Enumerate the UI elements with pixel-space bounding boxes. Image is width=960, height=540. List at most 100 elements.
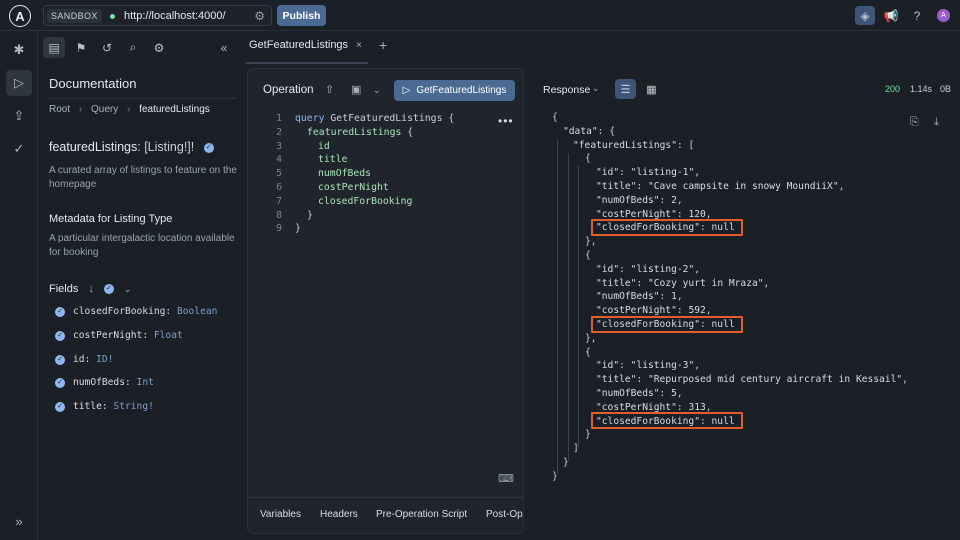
announcement-icon[interactable]: 📢 <box>881 6 901 25</box>
field-row-name: title <box>73 401 102 412</box>
chevron-down-icon[interactable]: ⌄ <box>373 85 381 96</box>
response-panel: Response ⌄ ☰ ▦ 200 1.14s 0B ⎘ ⤓ { "data"… <box>530 68 960 534</box>
settings-icon[interactable]: ⚙ <box>148 37 170 58</box>
select-all-icon[interactable]: ✓ <box>103 284 114 294</box>
keyboard-shortcuts-icon[interactable]: ⌨ <box>498 472 514 485</box>
field-row-type[interactable]: Int <box>137 377 154 388</box>
code-line: 5 numOfBeds <box>276 168 372 180</box>
status-code: 200 <box>885 84 901 94</box>
breadcrumb: Root › Query › featuredListings <box>49 104 210 115</box>
response-title[interactable]: Response <box>543 84 590 96</box>
chevron-down-icon[interactable]: ⌄ <box>124 284 132 295</box>
fields-header: Fields ↓ ✓ ⌄ <box>49 283 131 295</box>
field-checked-icon[interactable]: ✓ <box>55 401 65 412</box>
field-row-name: closedForBooking <box>73 306 166 317</box>
operation-tabs: GetFeaturedListings × + <box>246 31 960 65</box>
tab-getfeaturedlistings[interactable]: GetFeaturedListings <box>249 39 348 51</box>
avatar[interactable]: A <box>937 9 950 22</box>
field-row-type[interactable]: ID! <box>96 354 113 365</box>
run-operation-label: GetFeaturedListings <box>416 85 507 96</box>
publish-button[interactable]: Publish <box>277 5 326 26</box>
upload-icon[interactable]: ⇪ <box>6 103 32 129</box>
code-line: 1 query GetFeaturedListings { <box>276 113 455 124</box>
docs-toolbar: ▤ ⚑ ↺ ⌕ ⚙ « <box>43 37 243 59</box>
help-icon[interactable]: ? <box>907 6 927 25</box>
operation-panel: Operation ⇧ ▣ ⌄ ▷ GetFeaturedListings ••… <box>247 68 524 534</box>
sort-arrow-icon[interactable]: ↓ <box>88 283 94 295</box>
close-icon[interactable]: × <box>356 40 362 51</box>
fields-label: Fields <box>49 283 79 295</box>
play-icon: ▷ <box>402 85 411 96</box>
field-row-name: id <box>73 354 85 365</box>
endpoint-url-box[interactable]: SANDBOX http://localhost:4000/ ⚙ <box>43 5 272 26</box>
json-view-icon[interactable]: ☰ <box>615 79 636 99</box>
tab-variables[interactable]: Variables <box>260 509 301 520</box>
code-line: 2 featuredListings { <box>276 126 414 138</box>
breadcrumb-query[interactable]: Query <box>91 104 118 115</box>
code-line: 3 id <box>276 140 330 152</box>
field-row-name: numOfBeds <box>73 377 125 388</box>
code-line: 4 title <box>276 154 348 166</box>
code-line: 7 closedForBooking <box>276 195 413 207</box>
top-bar: A SANDBOX http://localhost:4000/ ⚙ Publi… <box>0 0 960 31</box>
table-view-icon[interactable]: ▦ <box>641 79 662 99</box>
divider <box>49 98 236 99</box>
field-row-title[interactable]: ✓ title: String! <box>55 401 154 412</box>
docs-tab-icon[interactable]: ▤ <box>43 37 65 58</box>
save-icon[interactable]: ▣ <box>351 83 361 96</box>
field-row-type[interactable]: String! <box>113 401 153 412</box>
field-checked-icon[interactable]: ✓ <box>203 142 214 153</box>
more-options-icon[interactable]: ••• <box>498 114 514 128</box>
breadcrumb-root[interactable]: Root <box>49 104 70 115</box>
connection-settings-icon[interactable]: ⚙ <box>254 9 265 23</box>
metadata-title: Metadata for Listing Type <box>49 213 173 225</box>
schema-icon[interactable]: ✱ <box>6 37 32 63</box>
connection-status-icon <box>110 14 115 19</box>
download-icon[interactable]: ⤓ <box>934 116 939 129</box>
highlight-box <box>591 219 743 236</box>
highlight-box <box>591 412 743 429</box>
history-icon[interactable]: ↺ <box>96 37 118 58</box>
metadata-description: A particular intergalactic location avai… <box>49 233 235 258</box>
tab-pre-operation-script[interactable]: Pre-Operation Script <box>376 509 467 520</box>
field-title: featuredListings: [Listing!]! ✓ <box>49 140 214 154</box>
breadcrumb-current: featuredListings <box>139 104 210 115</box>
response-time: 1.14s <box>910 84 933 94</box>
copy-icon[interactable]: ⎘ <box>910 116 919 129</box>
add-tab-icon[interactable]: + <box>379 37 387 53</box>
left-nav-rail: ✱ ▷ ⇪ ✓ » <box>0 31 38 540</box>
field-type[interactable]: : [Listing!]! <box>137 140 194 154</box>
field-row-id[interactable]: ✓ id: ID! <box>55 354 113 365</box>
field-row-type[interactable]: Boolean <box>177 306 217 317</box>
field-checked-icon[interactable]: ✓ <box>55 330 65 341</box>
field-checked-icon[interactable]: ✓ <box>55 377 65 388</box>
sandbox-badge: SANDBOX <box>47 9 102 23</box>
layers-icon[interactable]: ◈ <box>855 6 875 25</box>
run-operation-button[interactable]: ▷ GetFeaturedListings <box>394 80 515 101</box>
share-icon[interactable]: ⇧ <box>325 83 334 96</box>
documentation-panel: ▤ ⚑ ↺ ⌕ ⚙ « Documentation Root › Query ›… <box>39 31 246 540</box>
field-row-closedForBooking[interactable]: ✓ closedForBooking: Boolean <box>55 306 217 317</box>
search-icon[interactable]: ⌕ <box>122 37 144 58</box>
field-name: featuredListings <box>49 140 138 154</box>
field-checked-icon[interactable]: ✓ <box>55 354 65 365</box>
collapse-panel-icon[interactable]: « <box>213 37 235 58</box>
field-checked-icon[interactable]: ✓ <box>55 306 65 317</box>
response-size: 0B <box>940 84 952 94</box>
docs-title: Documentation <box>49 76 137 91</box>
apollo-logo-icon[interactable]: A <box>9 5 31 27</box>
tab-post-operation-script[interactable]: Post-Operation Script <box>486 509 523 520</box>
tab-headers[interactable]: Headers <box>320 509 358 520</box>
code-line: 8} <box>276 209 313 221</box>
endpoint-url[interactable]: http://localhost:4000/ <box>124 10 226 22</box>
chevron-down-icon[interactable]: ⌄ <box>592 83 600 94</box>
bookmark-icon[interactable]: ⚑ <box>70 37 92 58</box>
expand-icon[interactable]: » <box>6 508 32 534</box>
code-editor[interactable]: 1 query GetFeaturedListings { 2 featuredLi… <box>260 112 454 236</box>
checks-icon[interactable]: ✓ <box>6 136 32 162</box>
field-row-costPerNight[interactable]: ✓ costPerNight: Float <box>55 330 183 341</box>
field-description: A curated array of listings to feature o… <box>49 165 237 190</box>
field-row-numOfBeds[interactable]: ✓ numOfBeds: Int <box>55 377 154 388</box>
explorer-icon[interactable]: ▷ <box>6 70 32 96</box>
field-row-type[interactable]: Float <box>154 330 183 341</box>
